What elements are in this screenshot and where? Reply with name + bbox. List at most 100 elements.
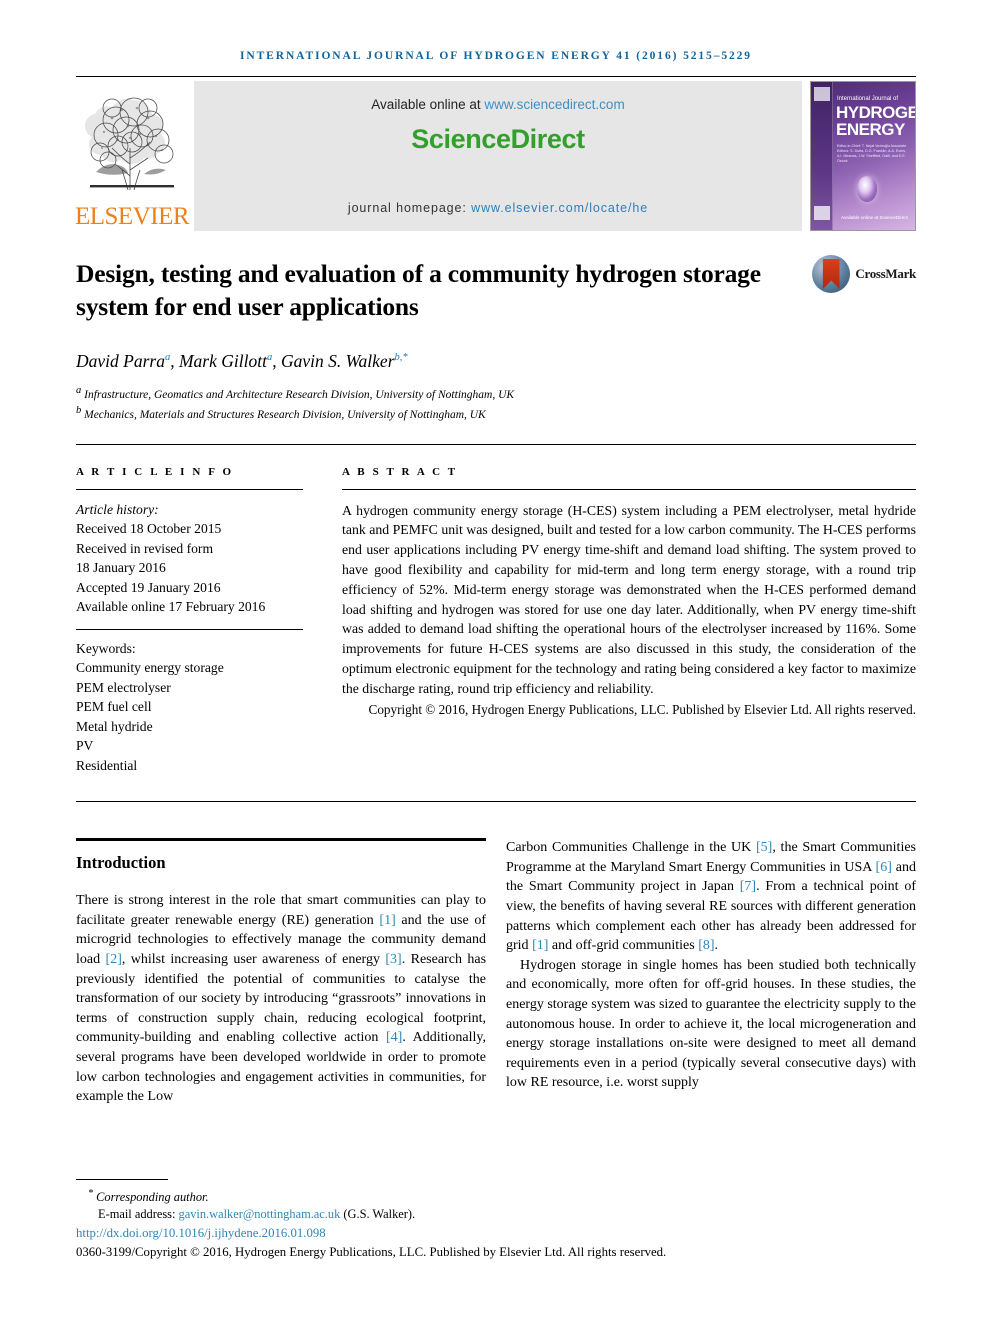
cover-subtitle: International Journal of <box>837 96 899 102</box>
doi-link[interactable]: http://dx.doi.org/10.1016/j.ijhydene.201… <box>76 1225 916 1242</box>
cover-title-line2: ENERGY <box>836 120 905 139</box>
elsevier-tree-icon <box>85 97 174 191</box>
affiliation-a-marker: a <box>76 385 82 396</box>
history-item: 18 January 2016 <box>76 560 166 576</box>
article-history: Article history: Received 18 October 201… <box>76 500 303 617</box>
title-area: Design, testing and evaluation of a comm… <box>76 255 916 323</box>
ijhe-emblem-icon <box>814 87 830 101</box>
crossmark-badge[interactable]: CrossMark <box>812 255 916 293</box>
keyword-item: PV <box>76 738 94 754</box>
article-info-heading: A R T I C L E I N F O <box>76 465 234 478</box>
author-2: Mark Gillott <box>178 351 267 371</box>
cover-sciencedirect-mark: Available online at ScienceDirect <box>841 215 908 220</box>
masthead: ELSEVIER Available online at www.science… <box>74 81 916 231</box>
affiliation-b-marker: b <box>76 405 82 417</box>
page-footer: * Corresponding author. E-mail address: … <box>76 1178 916 1261</box>
abstract-column: A B S T R A C T A hydrogen community ene… <box>342 466 916 776</box>
keyword-item: PEM electrolyser <box>76 679 171 695</box>
elsevier-logo-block: ELSEVIER <box>74 81 190 231</box>
citation-ref[interactable]: [7] <box>740 879 756 894</box>
corresponding-author-note: * Corresponding author. <box>76 1185 916 1206</box>
sciencedirect-link[interactable]: www.sciencedirect.com <box>484 97 624 112</box>
abstract-heading: A B S T R A C T <box>342 465 458 478</box>
introduction-rule <box>76 838 486 842</box>
keywords-list: Keywords: Community energy storage PEM e… <box>76 639 303 776</box>
footer-copyright: 0360-3199/Copyright © 2016, Hydrogen Ene… <box>76 1245 667 1259</box>
history-item: Accepted 19 January 2016 <box>76 579 221 595</box>
email-link[interactable]: gavin.walker@nottingham.ac.uk <box>179 1207 341 1221</box>
journal-homepage-line: journal homepage: www.elsevier.com/locat… <box>348 201 648 215</box>
article-history-label: Article history: <box>76 501 159 517</box>
hydrogen-energy-emblem-icon <box>814 206 830 220</box>
introduction-heading: Introduction <box>76 853 166 873</box>
body-column-left: Introduction There is strong interest in… <box>76 838 486 1107</box>
body-column-right: Carbon Communities Challenge in the UK [… <box>506 838 916 1107</box>
citation-ref[interactable]: [4] <box>386 1030 402 1045</box>
introduction-paragraph-right-2: Hydrogen storage in single homes has bee… <box>506 957 916 1091</box>
introduction-paragraph-left: There is strong interest in the role tha… <box>76 893 487 1105</box>
cover-editors: Editor-in-Chief: T. Nejat Veziroğlu Asso… <box>837 144 907 163</box>
email-note: E-mail address: gavin.walker@nottingham.… <box>76 1206 916 1223</box>
author-3: Gavin S. Walker <box>280 351 395 371</box>
journal-cover-block: International Journal of HYDROGEN ENERGY… <box>810 81 916 231</box>
keyword-item: Metal hydride <box>76 718 153 734</box>
sciencedirect-logo: ScienceDirect <box>411 124 585 154</box>
email-suffix: (G.S. Walker). <box>340 1207 416 1221</box>
citation-ref[interactable]: [8] <box>698 938 714 953</box>
crossmark-icon <box>812 255 851 293</box>
body-columns: Introduction There is strong interest in… <box>76 838 916 1107</box>
author-1: David Parra <box>76 351 165 371</box>
page-title: Design, testing and evaluation of a comm… <box>76 259 761 321</box>
affiliation-b-text: Mechanics, Materials and Structures Rese… <box>84 409 486 422</box>
article-info-rule <box>76 488 303 490</box>
introduction-paragraph-right-1: Carbon Communities Challenge in the UK [… <box>506 840 917 954</box>
keyword-item: Residential <box>76 757 138 773</box>
cover-title: HYDROGEN ENERGY <box>836 103 915 139</box>
citation-ref[interactable]: [1] <box>379 913 395 928</box>
footnote-rule <box>76 1178 168 1180</box>
keyword-item: PEM fuel cell <box>76 699 152 715</box>
affiliation-a-text: Infrastructure, Geomatics and Architectu… <box>84 388 515 401</box>
sciencedirect-panel: Available online at www.sciencedirect.co… <box>194 81 802 231</box>
header-rule <box>76 76 916 77</box>
cover-orb-graphic <box>857 176 877 202</box>
email-label: E-mail address: <box>98 1207 179 1221</box>
author-2-affiliation-marker[interactable]: a <box>267 352 272 363</box>
cover-title-line1: HYDROGEN <box>836 103 915 122</box>
keywords-rule <box>76 628 303 630</box>
affiliation-a: a Infrastructure, Geomatics and Architec… <box>76 383 916 403</box>
elsevier-wordmark: ELSEVIER <box>74 203 190 230</box>
info-abstract-columns: A R T I C L E I N F O Article history: R… <box>76 466 916 776</box>
journal-homepage-link[interactable]: www.elsevier.com/locate/he <box>471 201 648 215</box>
info-top-rule <box>76 443 916 445</box>
history-item: Received in revised form <box>76 540 214 556</box>
citation-ref[interactable]: [5] <box>756 840 772 855</box>
author-3-affiliation-marker[interactable]: b,* <box>395 352 408 363</box>
keyword-item: Community energy storage <box>76 660 224 676</box>
journal-cover-image: International Journal of HYDROGEN ENERGY… <box>810 81 916 231</box>
abstract-copyright: Copyright © 2016, Hydrogen Energy Public… <box>368 701 916 717</box>
available-online-label: Available online at <box>371 97 485 112</box>
affiliation-list: a Infrastructure, Geomatics and Architec… <box>76 383 916 424</box>
author-list: David Parraa, Mark Gillotta, Gavin S. Wa… <box>76 351 408 371</box>
paper-page: International Journal of Hydrogen Energy… <box>0 0 992 1323</box>
article-info-column: A R T I C L E I N F O Article history: R… <box>76 466 303 776</box>
history-item: Available online 17 February 2016 <box>76 599 266 615</box>
running-head: International Journal of Hydrogen Energy… <box>240 50 752 62</box>
author-1-affiliation-marker[interactable]: a <box>165 352 170 363</box>
crossmark-label: CrossMark <box>855 266 916 281</box>
history-item: Received 18 October 2015 <box>76 521 222 537</box>
journal-homepage-label: journal homepage: <box>347 201 472 215</box>
citation-ref[interactable]: [6] <box>876 860 892 875</box>
available-online-line: Available online at www.sciencedirect.co… <box>371 97 624 112</box>
keywords-label: Keywords: <box>76 640 136 656</box>
affiliation-b: b Mechanics, Materials and Structures Re… <box>76 403 916 423</box>
corresponding-author-text: Corresponding author. <box>96 1190 209 1204</box>
citation-ref[interactable]: [3] <box>385 952 401 967</box>
abstract-text: A hydrogen community energy storage (H-C… <box>342 502 916 696</box>
citation-ref[interactable]: [1] <box>532 938 548 953</box>
asterisk-icon: * <box>88 1187 93 1199</box>
abstract-bottom-rule <box>76 801 916 803</box>
abstract-rule <box>342 488 916 490</box>
citation-ref[interactable]: [2] <box>106 952 122 967</box>
